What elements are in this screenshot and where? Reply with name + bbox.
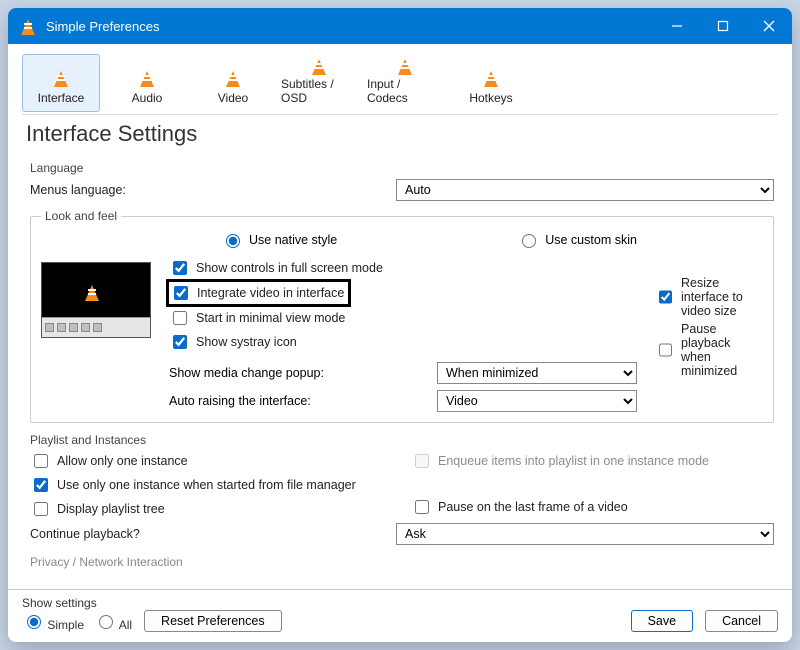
radio-native-input[interactable] [226, 234, 240, 248]
section-privacy: Privacy / Network Interaction [30, 555, 774, 569]
tab-audio[interactable]: Audio [108, 54, 186, 112]
tab-subtitles[interactable]: Subtitles / OSD [280, 54, 358, 112]
preferences-window: Simple Preferences Interface Audio Video… [8, 8, 792, 642]
check-allow-one-instance[interactable]: Allow only one instance [30, 451, 393, 471]
tab-video[interactable]: Video [194, 54, 272, 112]
look-and-feel-group: Look and feel Use native style Use custo… [30, 209, 774, 423]
minimize-button[interactable] [654, 8, 700, 44]
media-popup-label: Show media change popup: [169, 366, 419, 380]
titlebar: Simple Preferences [8, 8, 792, 44]
menus-language-label: Menus language: [30, 183, 390, 197]
auto-raise-label: Auto raising the interface: [169, 394, 419, 408]
check-resize-interface[interactable]: Resize interface to video size [655, 276, 763, 318]
show-settings-label: Show settings [22, 596, 132, 610]
check-enqueue-items: Enqueue items into playlist in one insta… [411, 451, 774, 471]
reset-preferences-button[interactable]: Reset Preferences [144, 610, 282, 632]
check-show-controls[interactable]: Show controls in full screen mode [169, 258, 637, 278]
category-tabs: Interface Audio Video Subtitles / OSD In… [8, 44, 792, 112]
tab-input-codecs[interactable]: Input / Codecs [366, 54, 444, 112]
show-settings-group: Show settings Simple All [22, 596, 132, 632]
check-integrate-video[interactable]: Integrate video in interface [169, 282, 348, 304]
radio-custom-input[interactable] [522, 234, 536, 248]
window-title: Simple Preferences [46, 19, 654, 34]
section-playlist: Playlist and Instances [30, 433, 774, 447]
preview-cone-icon [82, 281, 102, 301]
check-pause-minimized[interactable]: Pause playback when minimized [655, 322, 763, 378]
divider [22, 114, 778, 115]
save-button[interactable]: Save [631, 610, 694, 632]
continue-playback-select[interactable]: Ask [396, 523, 774, 545]
maximize-button[interactable] [700, 8, 746, 44]
tab-interface[interactable]: Interface [22, 54, 100, 112]
continue-playback-label: Continue playback? [30, 527, 390, 541]
vlc-cone-icon [18, 15, 38, 38]
tab-hotkeys[interactable]: Hotkeys [452, 54, 530, 112]
bottom-bar: Show settings Simple All Reset Preferenc… [8, 589, 792, 642]
preview-controls [42, 317, 150, 337]
radio-simple[interactable]: Simple [22, 612, 84, 632]
radio-custom-skin[interactable]: Use custom skin [517, 231, 637, 248]
check-pause-last-frame[interactable]: Pause on the last frame of a video [411, 497, 774, 517]
check-display-playlist-tree[interactable]: Display playlist tree [30, 499, 393, 519]
radio-native-style[interactable]: Use native style [221, 231, 337, 248]
check-show-systray[interactable]: Show systray icon [169, 332, 637, 352]
cancel-button[interactable]: Cancel [705, 610, 778, 632]
page-title: Interface Settings [26, 121, 774, 147]
close-button[interactable] [746, 8, 792, 44]
check-start-minimal[interactable]: Start in minimal view mode [169, 308, 637, 328]
section-language: Language [30, 161, 774, 175]
section-look-and-feel: Look and feel [41, 209, 121, 223]
menus-language-select[interactable]: Auto [396, 179, 774, 201]
auto-raise-select[interactable]: Video [437, 390, 637, 412]
radio-all[interactable]: All [94, 612, 132, 632]
media-popup-select[interactable]: When minimized [437, 362, 637, 384]
settings-scroll[interactable]: Language Menus language: Auto Look and f… [8, 151, 792, 589]
interface-preview [41, 262, 151, 338]
check-one-instance-fm[interactable]: Use only one instance when started from … [30, 475, 393, 495]
